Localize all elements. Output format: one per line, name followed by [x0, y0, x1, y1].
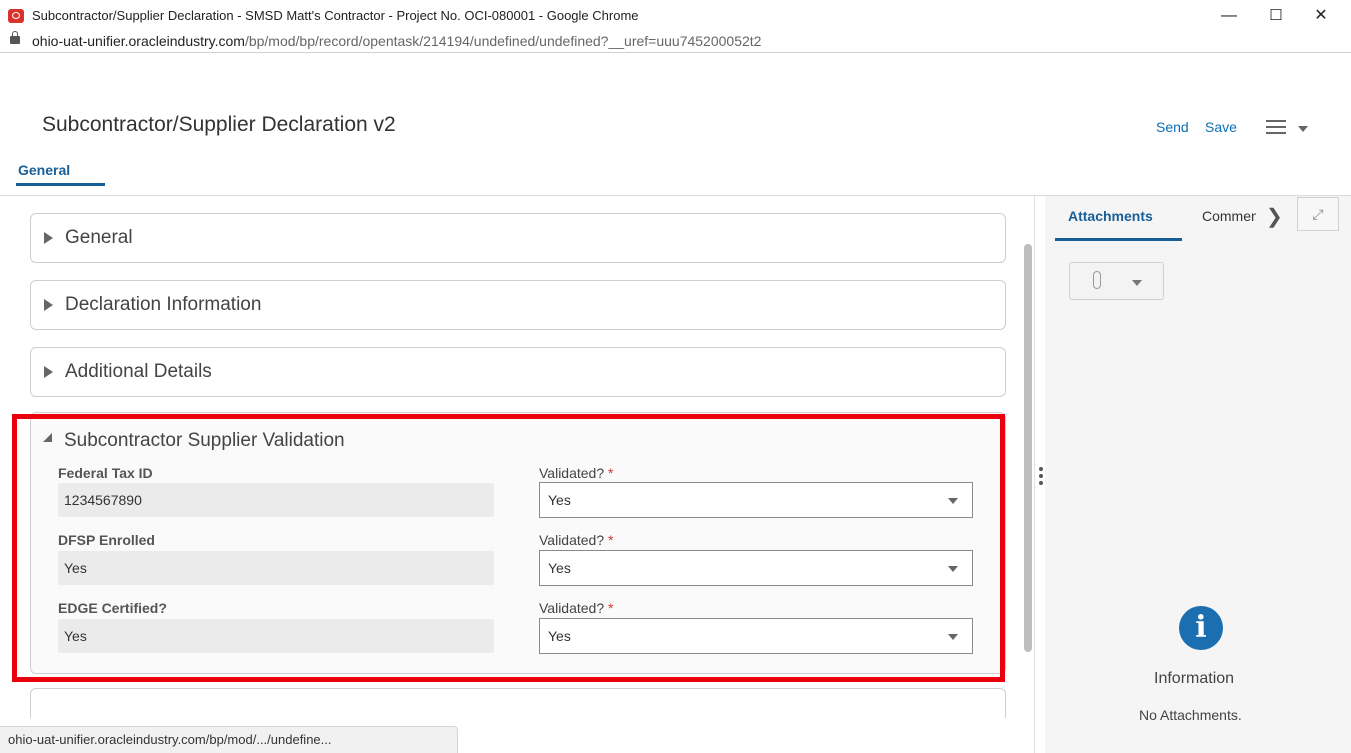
address-bar[interactable]: ohio-uat-unifier.oracleindustry.com/bp/m… — [0, 30, 1351, 52]
browser-titlebar: Subcontractor/Supplier Declaration - SMS… — [0, 0, 1351, 53]
info-icon: i — [1179, 606, 1223, 650]
tab-attachments[interactable]: Attachments — [1068, 208, 1153, 224]
attach-button[interactable] — [1069, 262, 1164, 300]
info-message: No Attachments. — [1139, 707, 1242, 723]
expand-arrow-icon[interactable] — [44, 299, 53, 311]
panel-splitter — [1034, 196, 1035, 753]
section-title: General — [65, 227, 133, 248]
window-title: Subcontractor/Supplier Declaration - SMS… — [32, 8, 639, 23]
url-path: /bp/mod/bp/record/opentask/214194/undefi… — [244, 33, 762, 49]
chevron-right-icon[interactable]: ❯ — [1266, 204, 1283, 229]
main-scrollbar-thumb[interactable] — [1024, 244, 1032, 652]
menu-icon[interactable] — [1266, 120, 1288, 134]
tab-attachments-indicator — [1055, 238, 1182, 241]
maximize-button[interactable]: ☐ — [1253, 2, 1299, 30]
url-domain: ohio-uat-unifier.oracleindustry.com — [32, 33, 245, 49]
page-title: Subcontractor/Supplier Declaration v2 — [42, 113, 396, 136]
save-button[interactable]: Save — [1205, 119, 1237, 135]
section-title: Additional Details — [65, 361, 212, 382]
tab-general[interactable]: General — [18, 162, 70, 178]
paperclip-icon — [1093, 271, 1101, 289]
oracle-app-icon — [8, 9, 24, 23]
expand-icon[interactable]: ⤢ — [1297, 197, 1339, 231]
send-button[interactable]: Send — [1156, 119, 1189, 135]
splitter-handle-icon[interactable] — [1039, 467, 1043, 487]
chevron-down-icon[interactable] — [1132, 280, 1142, 286]
highlight-annotation-box — [12, 414, 1005, 682]
lock-icon — [10, 31, 20, 44]
section-additional-details[interactable]: Additional Details — [30, 347, 1006, 397]
tab-comments[interactable]: Comments — [1202, 208, 1256, 224]
section-next-partial[interactable] — [30, 688, 1006, 718]
minimize-button[interactable]: — — [1206, 2, 1252, 30]
section-title: Declaration Information — [65, 294, 262, 315]
close-button[interactable]: ✕ — [1298, 2, 1344, 30]
address-url[interactable]: ohio-uat-unifier.oracleindustry.com/bp/m… — [32, 33, 761, 49]
info-title: Information — [1154, 670, 1235, 687]
section-declaration-information[interactable]: Declaration Information — [30, 280, 1006, 330]
tab-active-indicator — [16, 183, 105, 186]
menu-dropdown-icon[interactable] — [1298, 126, 1308, 132]
section-general[interactable]: General — [30, 213, 1006, 263]
expand-arrow-icon[interactable] — [44, 366, 53, 378]
status-bar-url: ohio-uat-unifier.oracleindustry.com/bp/m… — [0, 726, 458, 753]
expand-arrow-icon[interactable] — [44, 232, 53, 244]
